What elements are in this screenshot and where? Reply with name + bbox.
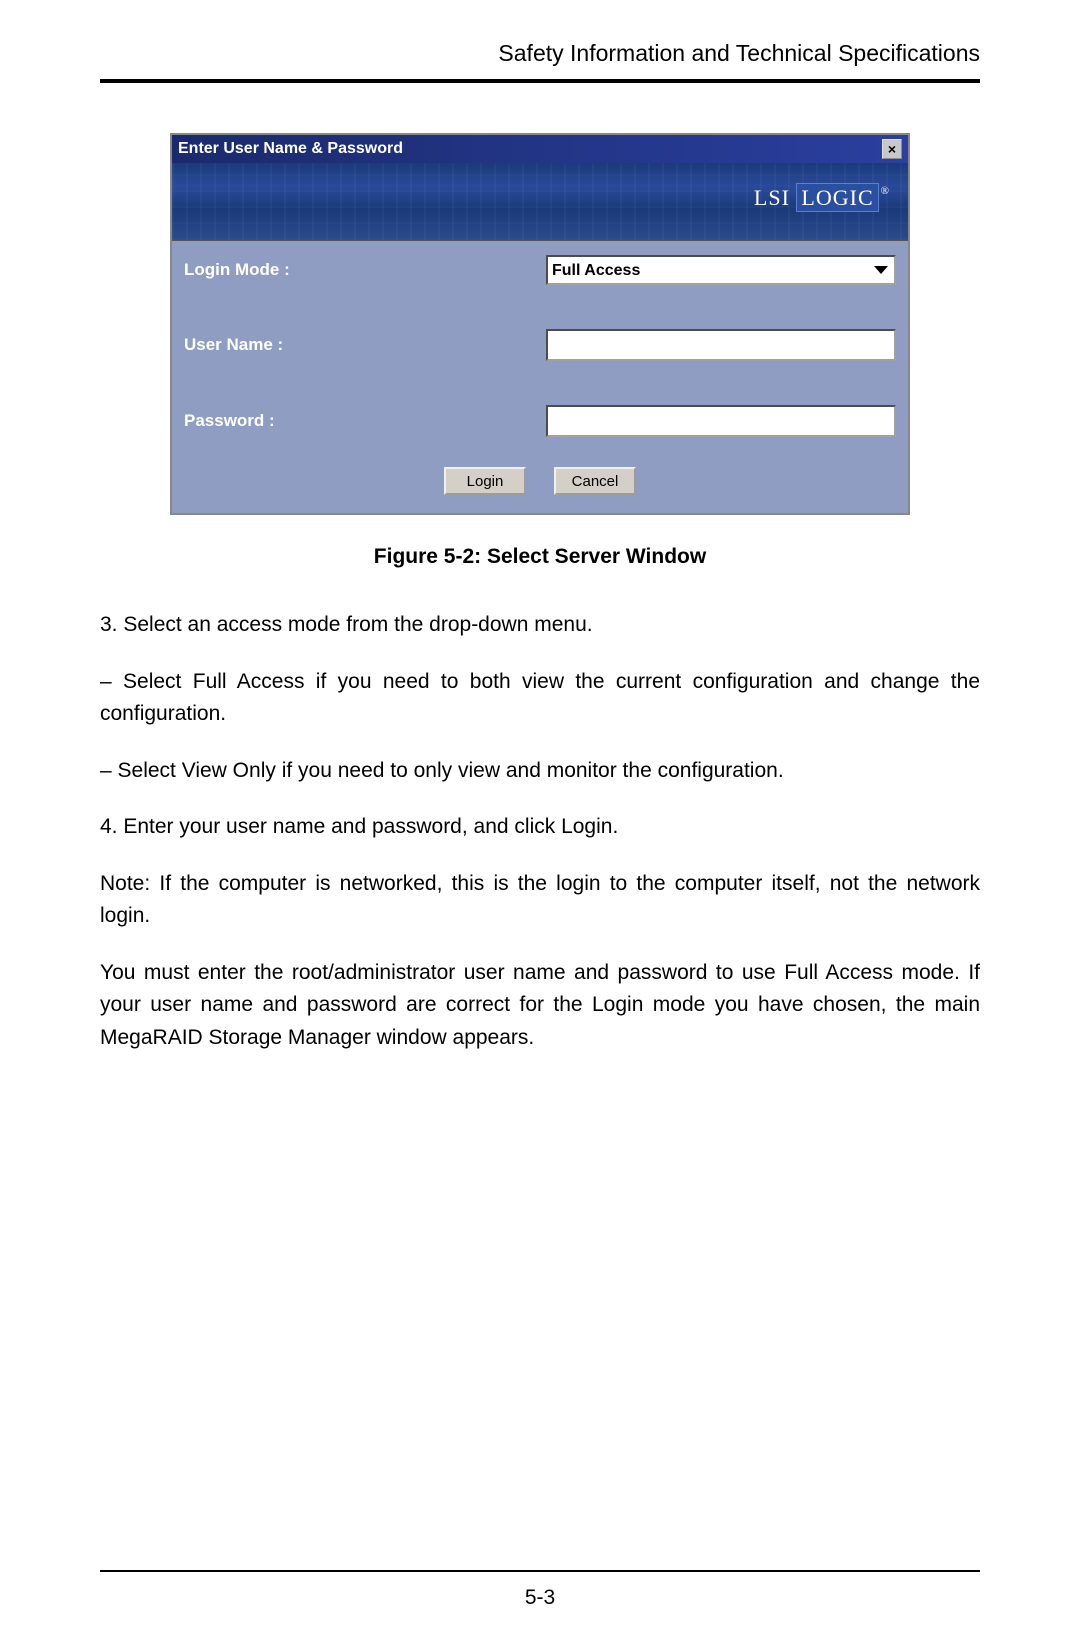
logo-registered-mark: ® bbox=[881, 185, 890, 197]
paragraph-step4: 4. Enter your user name and password, an… bbox=[100, 811, 980, 844]
paragraph-full-access: – Select Full Access if you need to both… bbox=[100, 666, 980, 731]
password-row: Password : bbox=[172, 375, 908, 451]
cancel-button[interactable]: Cancel bbox=[554, 467, 636, 495]
header-rule bbox=[100, 79, 980, 83]
page-header-title: Safety Information and Technical Specifi… bbox=[100, 40, 980, 79]
dialog-banner: LSI LOGIC® bbox=[172, 163, 908, 241]
user-name-label: User Name : bbox=[184, 335, 546, 355]
dialog-button-row: Login Cancel bbox=[172, 451, 908, 513]
password-label: Password : bbox=[184, 411, 546, 431]
login-button[interactable]: Login bbox=[444, 467, 526, 495]
paragraph-step3: 3. Select an access mode from the drop-d… bbox=[100, 609, 980, 642]
logo-part-lsi: LSI bbox=[754, 185, 790, 210]
user-name-input[interactable] bbox=[546, 329, 896, 361]
login-mode-label: Login Mode : bbox=[184, 260, 546, 280]
paragraph-view-only: – Select View Only if you need to only v… bbox=[100, 755, 980, 788]
page-number: 5-3 bbox=[100, 1586, 980, 1610]
paragraph-root-admin: You must enter the root/administrator us… bbox=[100, 957, 980, 1055]
body-text: 3. Select an access mode from the drop-d… bbox=[100, 609, 980, 1054]
logo-part-logic: LOGIC bbox=[796, 183, 878, 212]
figure-caption: Figure 5-2: Select Server Window bbox=[100, 545, 980, 569]
lsi-logo: LSI LOGIC® bbox=[754, 185, 890, 211]
page-footer: 5-3 bbox=[100, 1570, 980, 1610]
user-name-row: User Name : bbox=[172, 299, 908, 375]
close-icon[interactable]: × bbox=[882, 139, 902, 159]
paragraph-note: Note: If the computer is networked, this… bbox=[100, 868, 980, 933]
login-dialog: Enter User Name & Password × LSI LOGIC® … bbox=[170, 133, 910, 515]
dialog-body: Login Mode : Full Access User Name : Pas… bbox=[172, 241, 908, 513]
dialog-titlebar: Enter User Name & Password × bbox=[172, 135, 908, 163]
login-mode-row: Login Mode : Full Access bbox=[172, 241, 908, 299]
dialog-title-text: Enter User Name & Password bbox=[178, 140, 403, 158]
login-mode-select[interactable]: Full Access bbox=[546, 255, 896, 285]
password-input[interactable] bbox=[546, 405, 896, 437]
footer-rule bbox=[100, 1570, 980, 1572]
dialog-figure: Enter User Name & Password × LSI LOGIC® … bbox=[100, 133, 980, 515]
